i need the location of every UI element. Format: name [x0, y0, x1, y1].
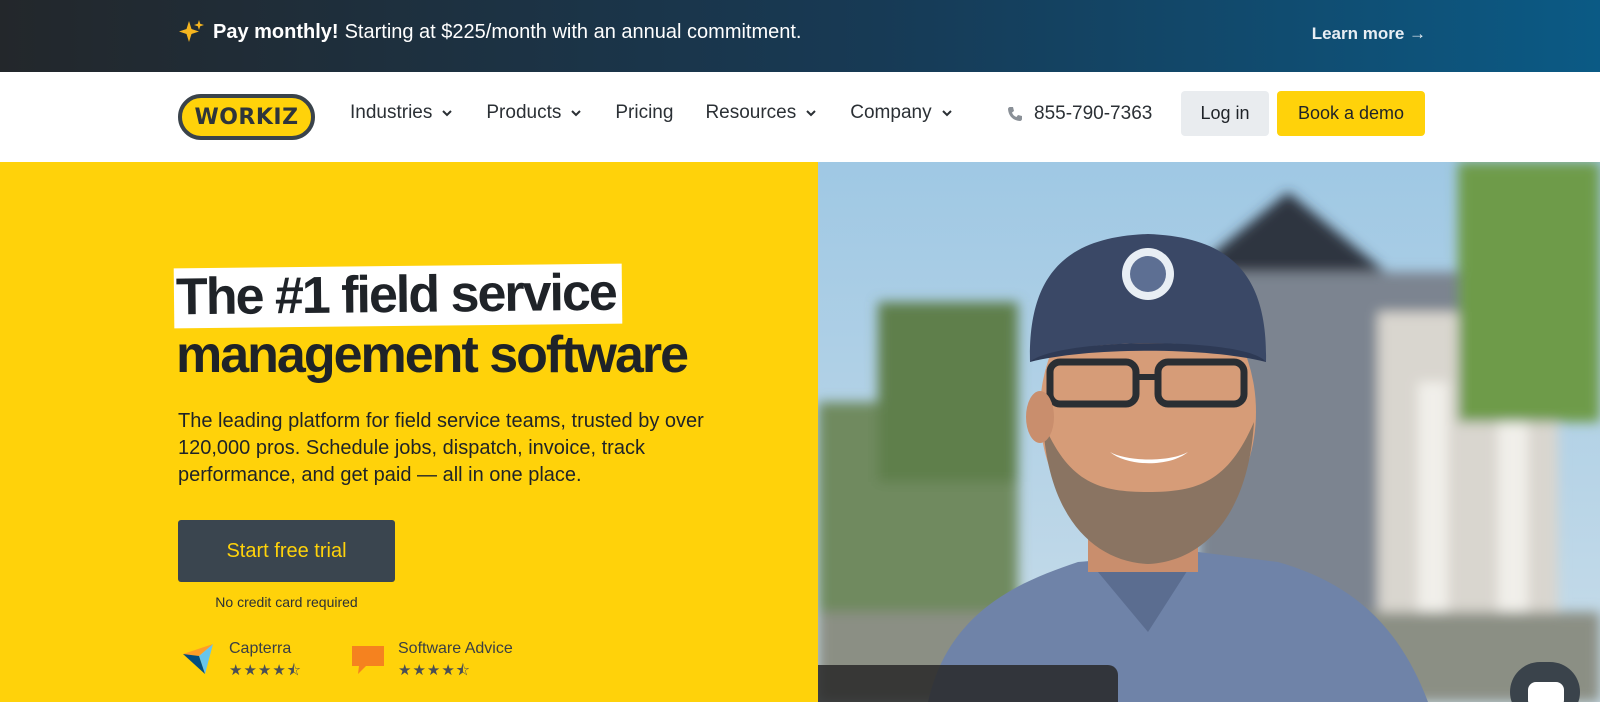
- hero-subtext: The leading platform for field service t…: [178, 410, 704, 486]
- login-button[interactable]: Log in: [1181, 91, 1269, 136]
- headline-line-2: management software: [176, 326, 689, 384]
- capterra-icon: [183, 644, 213, 674]
- logo-text: WORKIZ: [194, 104, 299, 130]
- chevron-down-icon: [571, 110, 582, 117]
- chevron-down-icon: [941, 110, 952, 117]
- technician-photo: [818, 162, 1600, 702]
- promo-text: Starting at $225/month with an annual co…: [344, 20, 802, 43]
- learn-more-link[interactable]: Learn more →: [1312, 24, 1426, 44]
- phone-icon: [1008, 107, 1022, 121]
- menu-label: Resources: [705, 102, 797, 123]
- workiz-logo[interactable]: WORKIZ: [178, 94, 315, 140]
- chevron-down-icon: [806, 110, 816, 117]
- main-menu: Industries Products Pricing Resources Co…: [350, 102, 954, 124]
- start-free-trial-button[interactable]: Start free trial: [178, 520, 395, 582]
- hero-section: The #1 field service management software…: [0, 162, 818, 702]
- photo-caption-box: [818, 665, 1118, 702]
- chevron-down-icon: [442, 110, 453, 117]
- menu-label: Industries: [350, 102, 433, 123]
- hero-photo: [818, 162, 1600, 702]
- star-rating: ★★★★⯪: [229, 662, 302, 679]
- menu-products[interactable]: Products: [486, 102, 583, 124]
- software-advice-rating[interactable]: Software Advice ★★★★⯪: [350, 640, 513, 685]
- software-advice-icon: [352, 646, 384, 674]
- promo-banner: Pay monthly! Starting at $225/month with…: [0, 0, 1600, 72]
- menu-resources[interactable]: Resources: [705, 102, 818, 124]
- menu-industries[interactable]: Industries: [350, 102, 454, 124]
- phone-number: 855-790-7363: [1034, 103, 1153, 124]
- menu-label: Pricing: [615, 102, 674, 123]
- star-rating: ★★★★⯪: [398, 662, 471, 679]
- no-credit-card-note: No credit card required: [215, 594, 358, 610]
- phone-link[interactable]: 855-790-7363: [1006, 103, 1152, 125]
- top-navigation: WORKIZ Industries Products Pricing Resou…: [0, 72, 1600, 162]
- hero-headline: The #1 field service management software: [173, 263, 689, 384]
- menu-company[interactable]: Company: [850, 102, 953, 124]
- chat-icon: [1528, 682, 1564, 702]
- menu-label: Company: [850, 102, 932, 123]
- headline-highlight: The #1 field service: [173, 263, 623, 329]
- sparkle-icon: [179, 20, 204, 42]
- promo-message: Pay monthly! Starting at $225/month with…: [177, 18, 802, 46]
- book-demo-button[interactable]: Book a demo: [1277, 91, 1425, 136]
- review-site-name: Capterra: [229, 640, 292, 657]
- capterra-rating[interactable]: Capterra ★★★★⯪: [181, 640, 302, 685]
- menu-label: Products: [486, 102, 562, 123]
- review-site-name: Software Advice: [398, 640, 513, 657]
- menu-pricing[interactable]: Pricing: [615, 102, 673, 124]
- promo-bold-text: Pay monthly!: [213, 20, 339, 43]
